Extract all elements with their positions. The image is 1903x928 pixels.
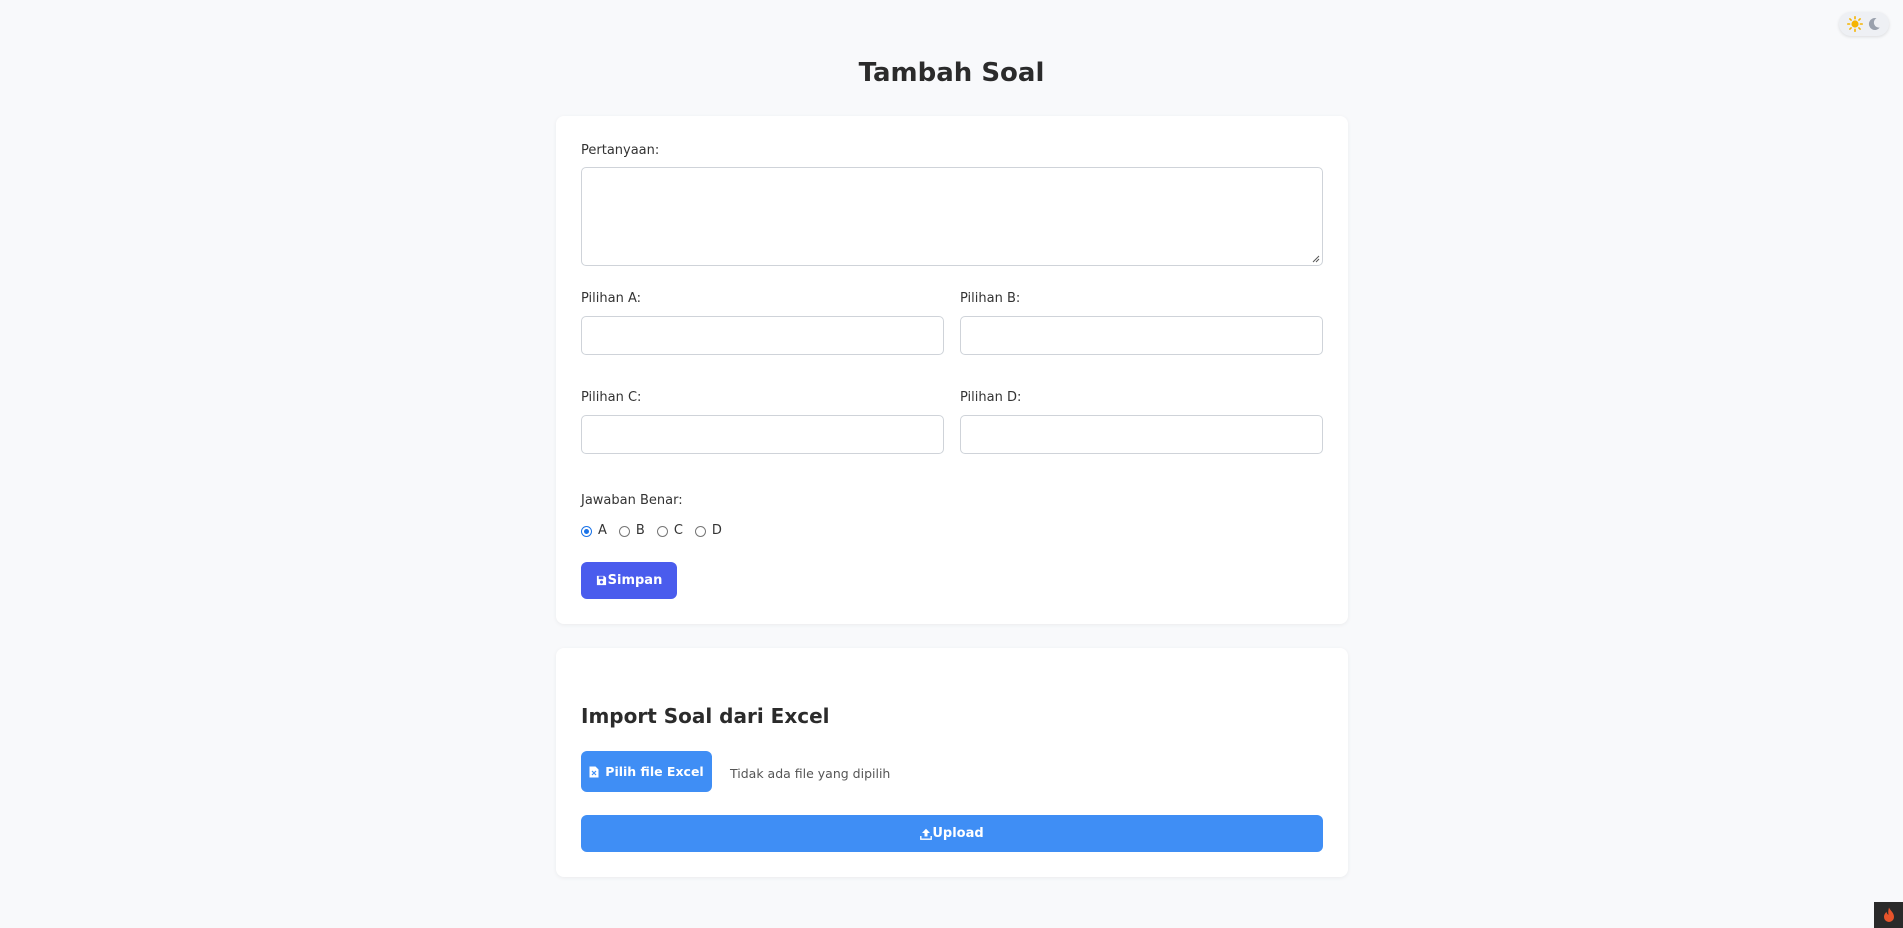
upload-label: Upload <box>932 826 984 841</box>
option-d-input[interactable] <box>960 415 1323 454</box>
import-title: Import Soal dari Excel <box>581 704 830 728</box>
answer-option-a[interactable]: A <box>581 523 607 538</box>
answer-option-label: C <box>673 523 683 538</box>
file-status-text: Tidak ada file yang dipilih <box>730 766 891 781</box>
theme-toggle[interactable] <box>1839 12 1889 36</box>
correct-answer-label: Jawaban Benar: <box>581 493 683 508</box>
correct-answer-group: A B C D <box>581 523 734 538</box>
answer-option-label: A <box>598 523 607 538</box>
radio-c[interactable] <box>656 526 668 537</box>
question-textarea[interactable] <box>581 167 1323 266</box>
moon-icon[interactable] <box>1867 17 1881 31</box>
choose-file-label: Pilih file Excel <box>605 764 704 779</box>
resize-handle-icon[interactable] <box>1312 255 1320 263</box>
answer-option-b[interactable]: B <box>618 523 645 538</box>
save-button-label: Simpan <box>607 573 663 588</box>
radio-a[interactable] <box>581 526 592 537</box>
file-excel-icon <box>589 766 599 777</box>
upload-button[interactable]: Upload <box>581 815 1323 852</box>
page-title: Tambah Soal <box>858 58 1045 88</box>
option-a-input[interactable] <box>581 316 944 355</box>
answer-option-c[interactable]: C <box>656 523 683 538</box>
radio-d[interactable] <box>694 526 706 537</box>
upload-icon <box>920 828 933 840</box>
option-c-label: Pilihan C: <box>581 390 642 405</box>
debug-toolbar-badge[interactable] <box>1874 902 1903 928</box>
question-label: Pertanyaan: <box>581 143 660 158</box>
option-b-label: Pilihan B: <box>960 291 1021 306</box>
save-icon <box>596 575 606 586</box>
import-card: Import Soal dari Excel Pilih file Excel … <box>556 648 1348 877</box>
option-a-label: Pilihan A: <box>581 291 642 306</box>
save-button[interactable]: Simpan <box>581 562 677 599</box>
answer-option-label: B <box>635 523 645 538</box>
radio-b[interactable] <box>618 526 630 537</box>
answer-option-d[interactable]: D <box>694 523 722 538</box>
add-question-form: Pertanyaan: Pilihan A: Pilihan B: Piliha… <box>556 116 1348 624</box>
sun-icon[interactable] <box>1847 16 1863 32</box>
choose-file-button[interactable]: Pilih file Excel <box>581 751 712 792</box>
option-b-input[interactable] <box>960 316 1323 355</box>
option-c-input[interactable] <box>581 415 944 454</box>
answer-option-label: D <box>711 523 722 538</box>
flame-icon[interactable] <box>1882 907 1896 923</box>
option-d-label: Pilihan D: <box>960 390 1022 405</box>
